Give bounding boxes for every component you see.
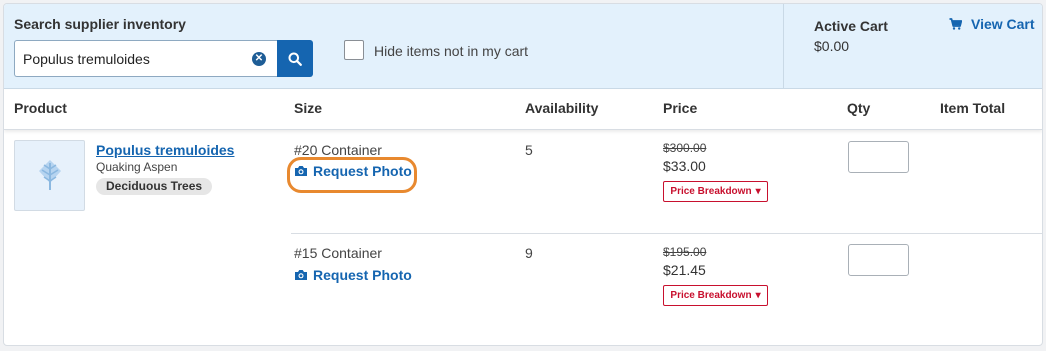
price-breakdown-label: Price Breakdown [670, 186, 752, 197]
original-price: $300.00 [663, 141, 707, 155]
qty-input[interactable] [848, 141, 909, 173]
price-breakdown-label: Price Breakdown [670, 290, 752, 301]
product-thumbnail[interactable] [14, 140, 85, 211]
variant-size: #15 Container [294, 245, 382, 261]
row-divider [291, 233, 1042, 234]
product-name-link[interactable]: Populus tremuloides [96, 142, 234, 158]
camera-icon [295, 270, 307, 280]
product-common-name: Quaking Aspen [96, 160, 178, 174]
search-label: Search supplier inventory [14, 16, 186, 32]
variant-availability: 5 [525, 142, 533, 158]
header-availability: Availability [525, 100, 599, 116]
circle-x-icon[interactable]: ✕ [252, 52, 266, 66]
search-group: ✕ [14, 40, 313, 77]
category-badge: Deciduous Trees [96, 178, 213, 195]
view-cart-label: View Cart [971, 16, 1035, 32]
caret-down-icon: ▾ [755, 186, 761, 197]
header-item-total: Item Total [940, 100, 1006, 116]
plant-icon [38, 159, 61, 190]
table-header: Product Size Availability Price Qty Item… [4, 90, 1042, 130]
active-cart: Active Cart $0.00 View Cart [783, 4, 1042, 89]
request-photo-label: Request Photo [313, 267, 412, 283]
header-price: Price [663, 100, 698, 116]
price-breakdown-button[interactable]: Price Breakdown ▾ [663, 181, 768, 202]
request-photo-button[interactable]: Request Photo [294, 267, 412, 283]
hide-items-checkbox[interactable] [344, 40, 364, 60]
original-price: $195.00 [663, 245, 707, 259]
sale-price: $21.45 [663, 262, 706, 278]
search-icon [288, 52, 302, 66]
variant-availability: 9 [525, 245, 533, 261]
cart-icon [949, 18, 962, 30]
qty-input[interactable] [848, 244, 909, 276]
header-qty: Qty [847, 100, 871, 116]
search-input[interactable] [14, 40, 277, 77]
variant-size: #20 Container [294, 142, 382, 158]
request-photo-highlight [287, 157, 417, 193]
active-cart-total: $0.00 [814, 38, 850, 54]
header-product: Product [14, 100, 67, 116]
price-breakdown-button[interactable]: Price Breakdown ▾ [663, 285, 768, 306]
active-cart-title: Active Cart [814, 18, 888, 34]
sale-price: $33.00 [663, 158, 706, 174]
search-bar-area: Search supplier inventory ✕ Hide items n… [4, 4, 1042, 89]
search-button[interactable] [277, 40, 313, 77]
inventory-panel: Search supplier inventory ✕ Hide items n… [3, 3, 1043, 346]
caret-down-icon: ▾ [755, 290, 761, 301]
hide-items-label[interactable]: Hide items not in my cart [374, 43, 528, 59]
view-cart-link[interactable]: View Cart [949, 16, 1035, 32]
header-size: Size [294, 100, 323, 116]
